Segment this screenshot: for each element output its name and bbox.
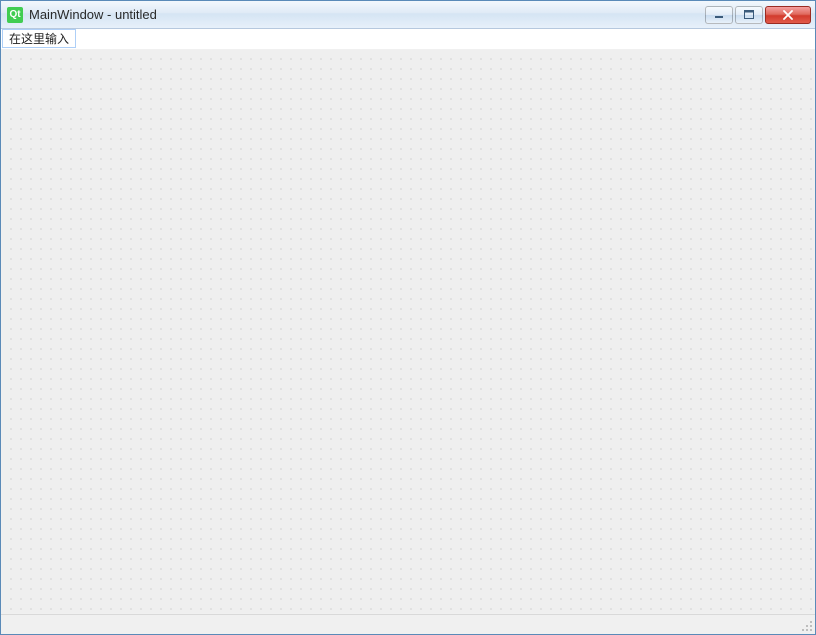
maximize-icon	[744, 10, 754, 19]
minimize-button[interactable]	[705, 6, 733, 24]
window-title: MainWindow - untitled	[29, 7, 705, 22]
statusbar	[1, 614, 815, 634]
design-grid-dots	[2, 50, 814, 613]
close-button[interactable]	[765, 6, 811, 24]
design-canvas[interactable]	[1, 49, 815, 614]
minimize-icon	[714, 11, 724, 19]
menubar[interactable]: 在这里输入	[1, 29, 815, 49]
size-grip-icon[interactable]	[799, 618, 813, 632]
qt-app-icon: Qt	[7, 7, 23, 23]
titlebar[interactable]: Qt MainWindow - untitled	[1, 1, 815, 29]
maximize-button[interactable]	[735, 6, 763, 24]
close-icon	[782, 10, 794, 20]
menu-type-here-placeholder[interactable]: 在这里输入	[2, 29, 76, 48]
main-window: Qt MainWindow - untitled 在这里输入	[0, 0, 816, 635]
window-controls	[705, 6, 811, 24]
